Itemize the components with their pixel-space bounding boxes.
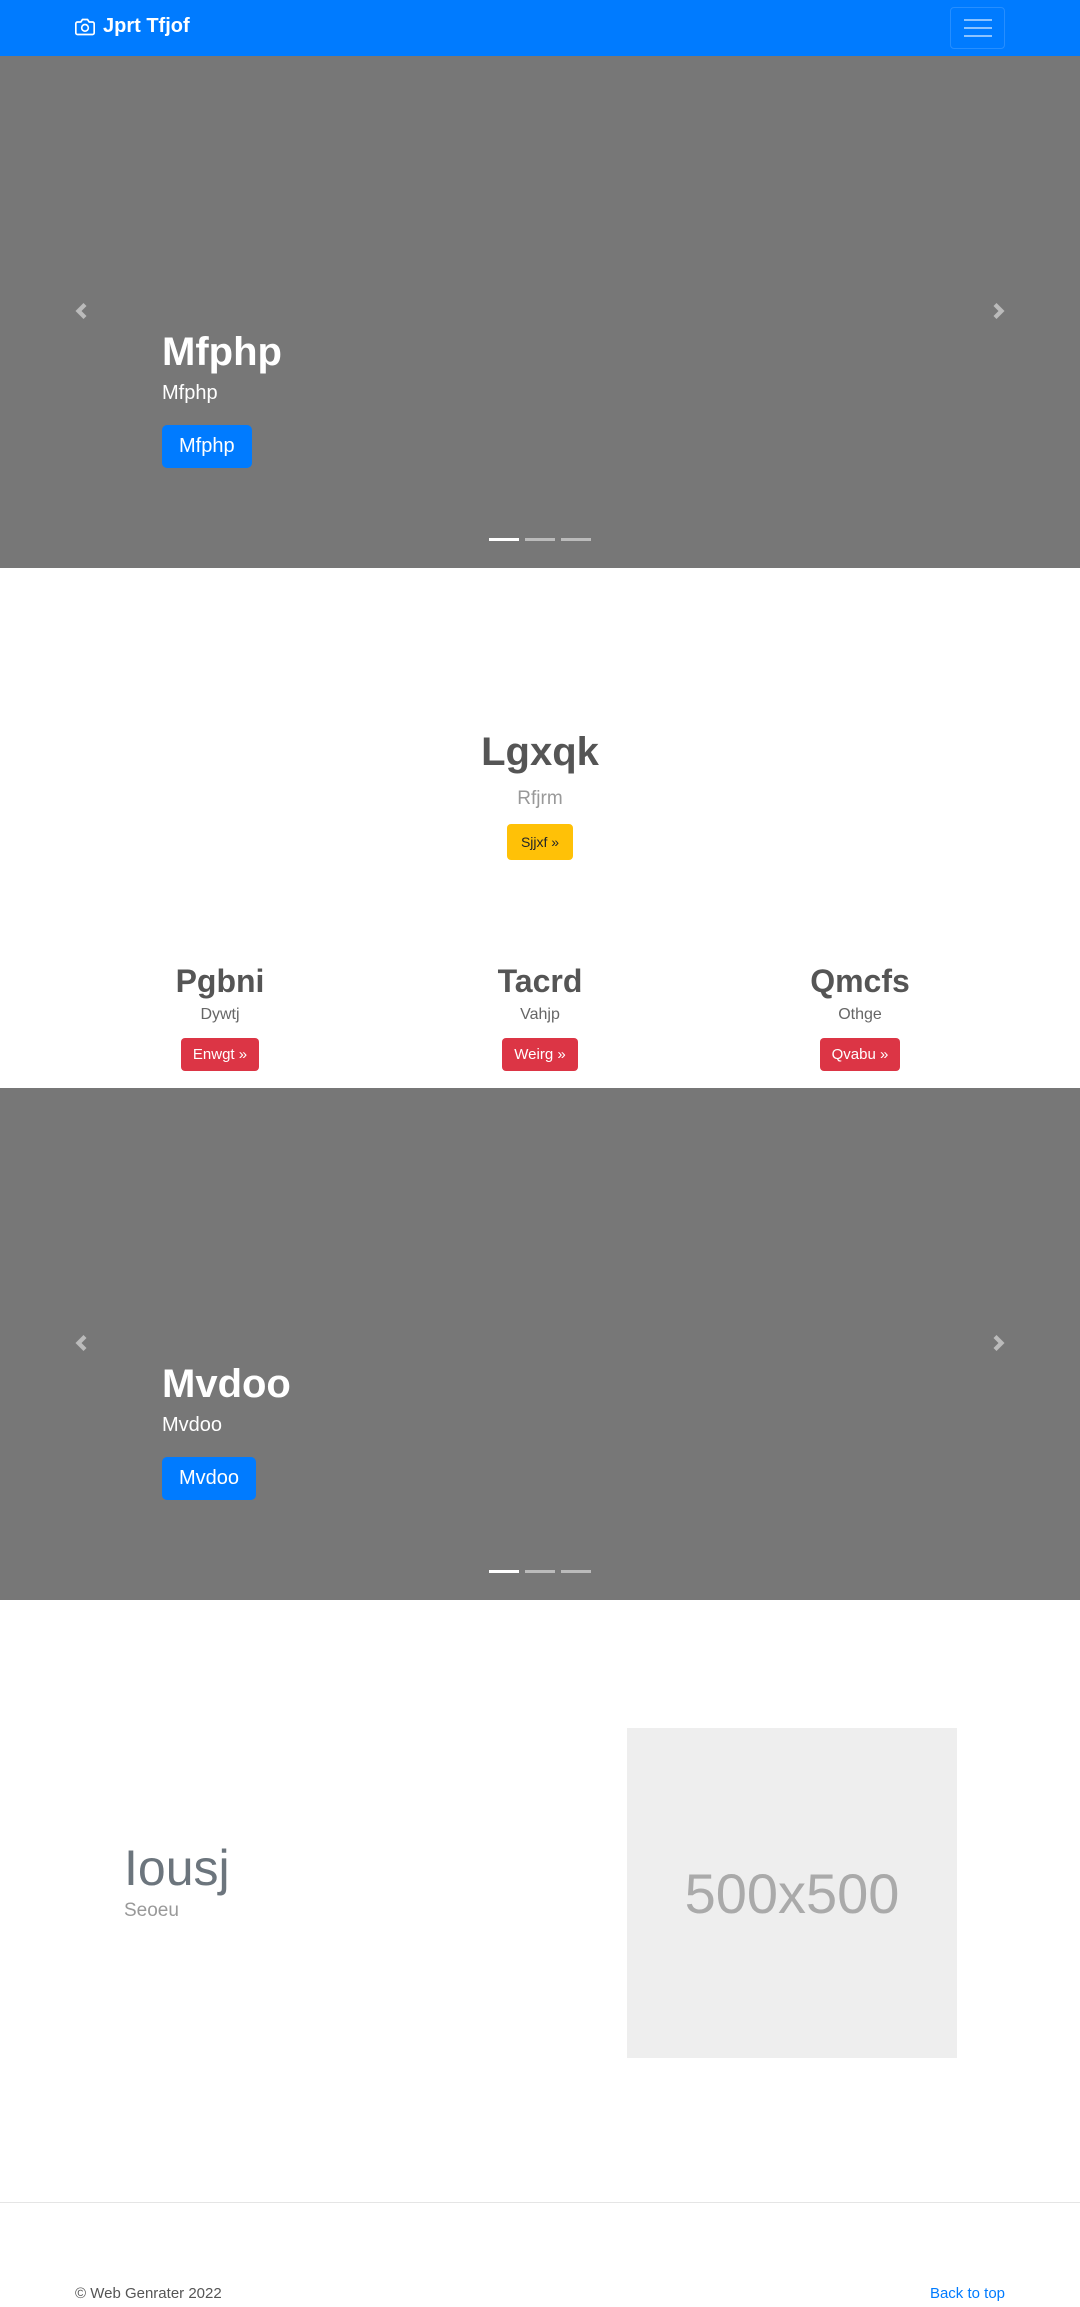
featurette-title: Iousj (124, 1840, 230, 1896)
navbar: Jprt Tfjof (0, 0, 1080, 56)
chevron-left-icon (75, 1335, 87, 1351)
chevron-left-icon (75, 303, 87, 319)
feature-column: Qmcfs Othge Qvabu » (710, 962, 1010, 1072)
carousel-indicators (489, 1570, 591, 1573)
image-placeholder-label: 500x500 (684, 1861, 900, 1925)
carousel-title: Mfphp (162, 330, 282, 374)
carousel-prev-button[interactable] (66, 296, 96, 326)
feature-text: Vahjp (520, 1006, 560, 1024)
carousel-next-button[interactable] (984, 1328, 1014, 1358)
featurette-image: 500x500 (627, 1728, 957, 2058)
feature-button[interactable]: Weirg » (502, 1038, 578, 1072)
carousel-prev-button[interactable] (66, 1328, 96, 1358)
feature-button[interactable]: Qvabu » (819, 1038, 901, 1072)
carousel-indicator[interactable] (525, 1570, 555, 1573)
carousel-indicator[interactable] (525, 538, 555, 541)
carousel-caption: Mvdoo Mvdoo Mvdoo (162, 1360, 291, 1500)
brand-link[interactable]: Jprt Tfjof (75, 15, 190, 38)
carousel-cta-button[interactable]: Mvdoo (162, 1457, 257, 1500)
featurette-subtitle: Seoeu (124, 1900, 179, 1921)
feature-title: Qmcfs (810, 963, 910, 999)
featurette-text: Iousj Seoeu (124, 1838, 230, 1922)
features-row: Pgbni Dywtj Enwgt » Tacrd Vahjp Weirg » … (0, 962, 1080, 1088)
chevron-right-icon (993, 303, 1005, 319)
carousel-indicator[interactable] (561, 1570, 591, 1573)
carousel-indicators (489, 538, 591, 541)
carousel-cta-button[interactable]: Mfphp (162, 425, 252, 468)
carousel-top: Mfphp Mfphp Mfphp (0, 56, 1080, 568)
carousel-indicator[interactable] (489, 538, 519, 541)
carousel-bottom: Mvdoo Mvdoo Mvdoo (0, 1088, 1080, 1600)
hero-button[interactable]: Sjjxf » (506, 824, 574, 860)
carousel-indicator[interactable] (489, 1570, 519, 1573)
feature-title: Tacrd (497, 963, 583, 999)
navbar-toggler-button[interactable] (950, 7, 1005, 49)
carousel-next-button[interactable] (984, 296, 1014, 326)
back-to-top-link[interactable]: Back to top (930, 2285, 1005, 2302)
feature-column: Tacrd Vahjp Weirg » (390, 962, 690, 1072)
carousel-title: Mvdoo (162, 1362, 291, 1406)
chevron-right-icon (993, 1335, 1005, 1351)
footer-copyright: © Web Genrater 2022 (75, 2285, 222, 2302)
carousel-subtitle: Mfphp (162, 382, 218, 404)
carousel-indicator[interactable] (561, 538, 591, 541)
brand-name: Jprt Tfjof (103, 15, 190, 37)
feature-text: Dywtj (200, 1006, 240, 1024)
camera-icon (75, 18, 95, 35)
carousel-subtitle: Mvdoo (162, 1414, 223, 1436)
hero-title: Lgxqk (481, 730, 599, 774)
hero-section: Lgxqk Rfjrm Sjjxf » (0, 728, 1080, 860)
feature-title: Pgbni (175, 963, 265, 999)
feature-text: Othge (838, 1006, 882, 1024)
feature-button[interactable]: Enwgt » (180, 1038, 260, 1072)
hamburger-icon (963, 19, 992, 21)
feature-column: Pgbni Dywtj Enwgt » (70, 962, 370, 1072)
carousel-caption: Mfphp Mfphp Mfphp (162, 328, 282, 468)
footer-divider (0, 2202, 1080, 2203)
hero-subtitle: Rfjrm (517, 788, 563, 809)
